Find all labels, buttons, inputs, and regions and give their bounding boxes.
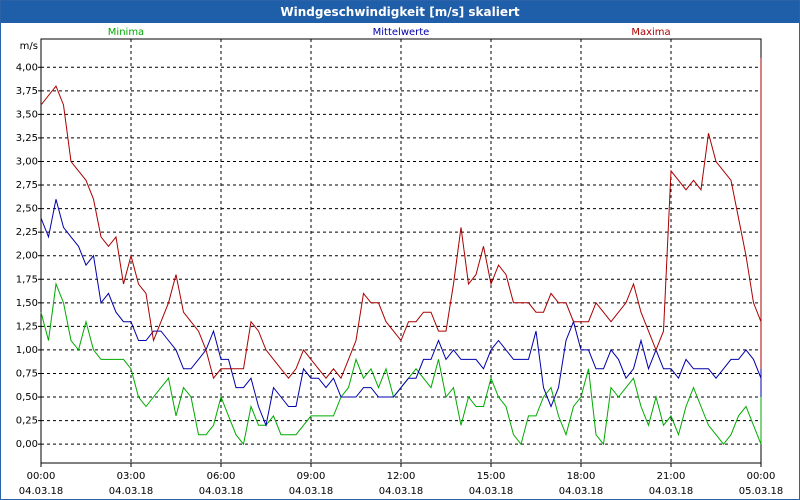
y-tick-label: 0,75: [16, 368, 38, 379]
y-tick-label: 4,00: [16, 62, 38, 73]
x-tick-date: 05.03.18: [739, 486, 784, 497]
y-tick-label: 1,25: [16, 321, 38, 332]
y-tick-label: 3,00: [16, 156, 38, 167]
y-tick-label: 3,50: [16, 109, 38, 120]
chart-window: Windgeschwindigkeit [m/s] skaliert 0,00 0…: [0, 0, 800, 500]
x-tick-time: 15:00: [477, 471, 506, 482]
x-tick-date: 04.03.18: [559, 486, 604, 497]
x-tick-time: 03:00: [117, 471, 146, 482]
legend-maxima: Maxima: [631, 27, 670, 38]
y-tick-label: 2,75: [16, 180, 38, 191]
x-tick-time: 09:00: [297, 471, 326, 482]
x-tick-time: 21:00: [657, 471, 686, 482]
y-tick-label: 2,00: [16, 251, 38, 262]
y-tick-label: 0,00: [16, 439, 38, 450]
x-tick-date: 04.03.18: [469, 486, 514, 497]
chart-title: Windgeschwindigkeit [m/s] skaliert: [1, 1, 799, 23]
legend-minima: Minima: [108, 27, 144, 38]
x-tick-date: 04.03.18: [109, 486, 154, 497]
y-axis-label: m/s: [20, 41, 38, 52]
y-tick-label: 1,00: [16, 345, 38, 356]
x-tick-time: 18:00: [567, 471, 596, 482]
y-tick-label: 1,75: [16, 274, 38, 285]
chart-plot: 0,00 0,25 0,50 0,75 1,00 1,25 1,50 1,75 2,00 2,25…: [16, 27, 784, 497]
y-tick-label: 2,50: [16, 204, 38, 215]
y-tick-label: 1,50: [16, 298, 38, 309]
x-tick-time: 00:00: [747, 471, 776, 482]
y-tick-label: 3,25: [16, 133, 38, 144]
x-tick-time: 12:00: [387, 471, 416, 482]
legend-mittelwerte: Mittelwerte: [373, 27, 430, 38]
x-tick-date: 04.03.18: [649, 486, 694, 497]
y-tick-label: 0,50: [16, 392, 38, 403]
x-tick-date: 04.03.18: [19, 486, 64, 497]
x-tick-date: 04.03.18: [289, 486, 334, 497]
y-tick-label: 0,25: [16, 416, 38, 427]
x-tick-time: 06:00: [207, 471, 236, 482]
x-tick-date: 04.03.18: [379, 486, 424, 497]
y-tick-label: 3,75: [16, 86, 38, 97]
x-tick-time: 00:00: [27, 471, 56, 482]
y-tick-label: 2,25: [16, 227, 38, 238]
x-tick-date: 04.03.18: [199, 486, 244, 497]
